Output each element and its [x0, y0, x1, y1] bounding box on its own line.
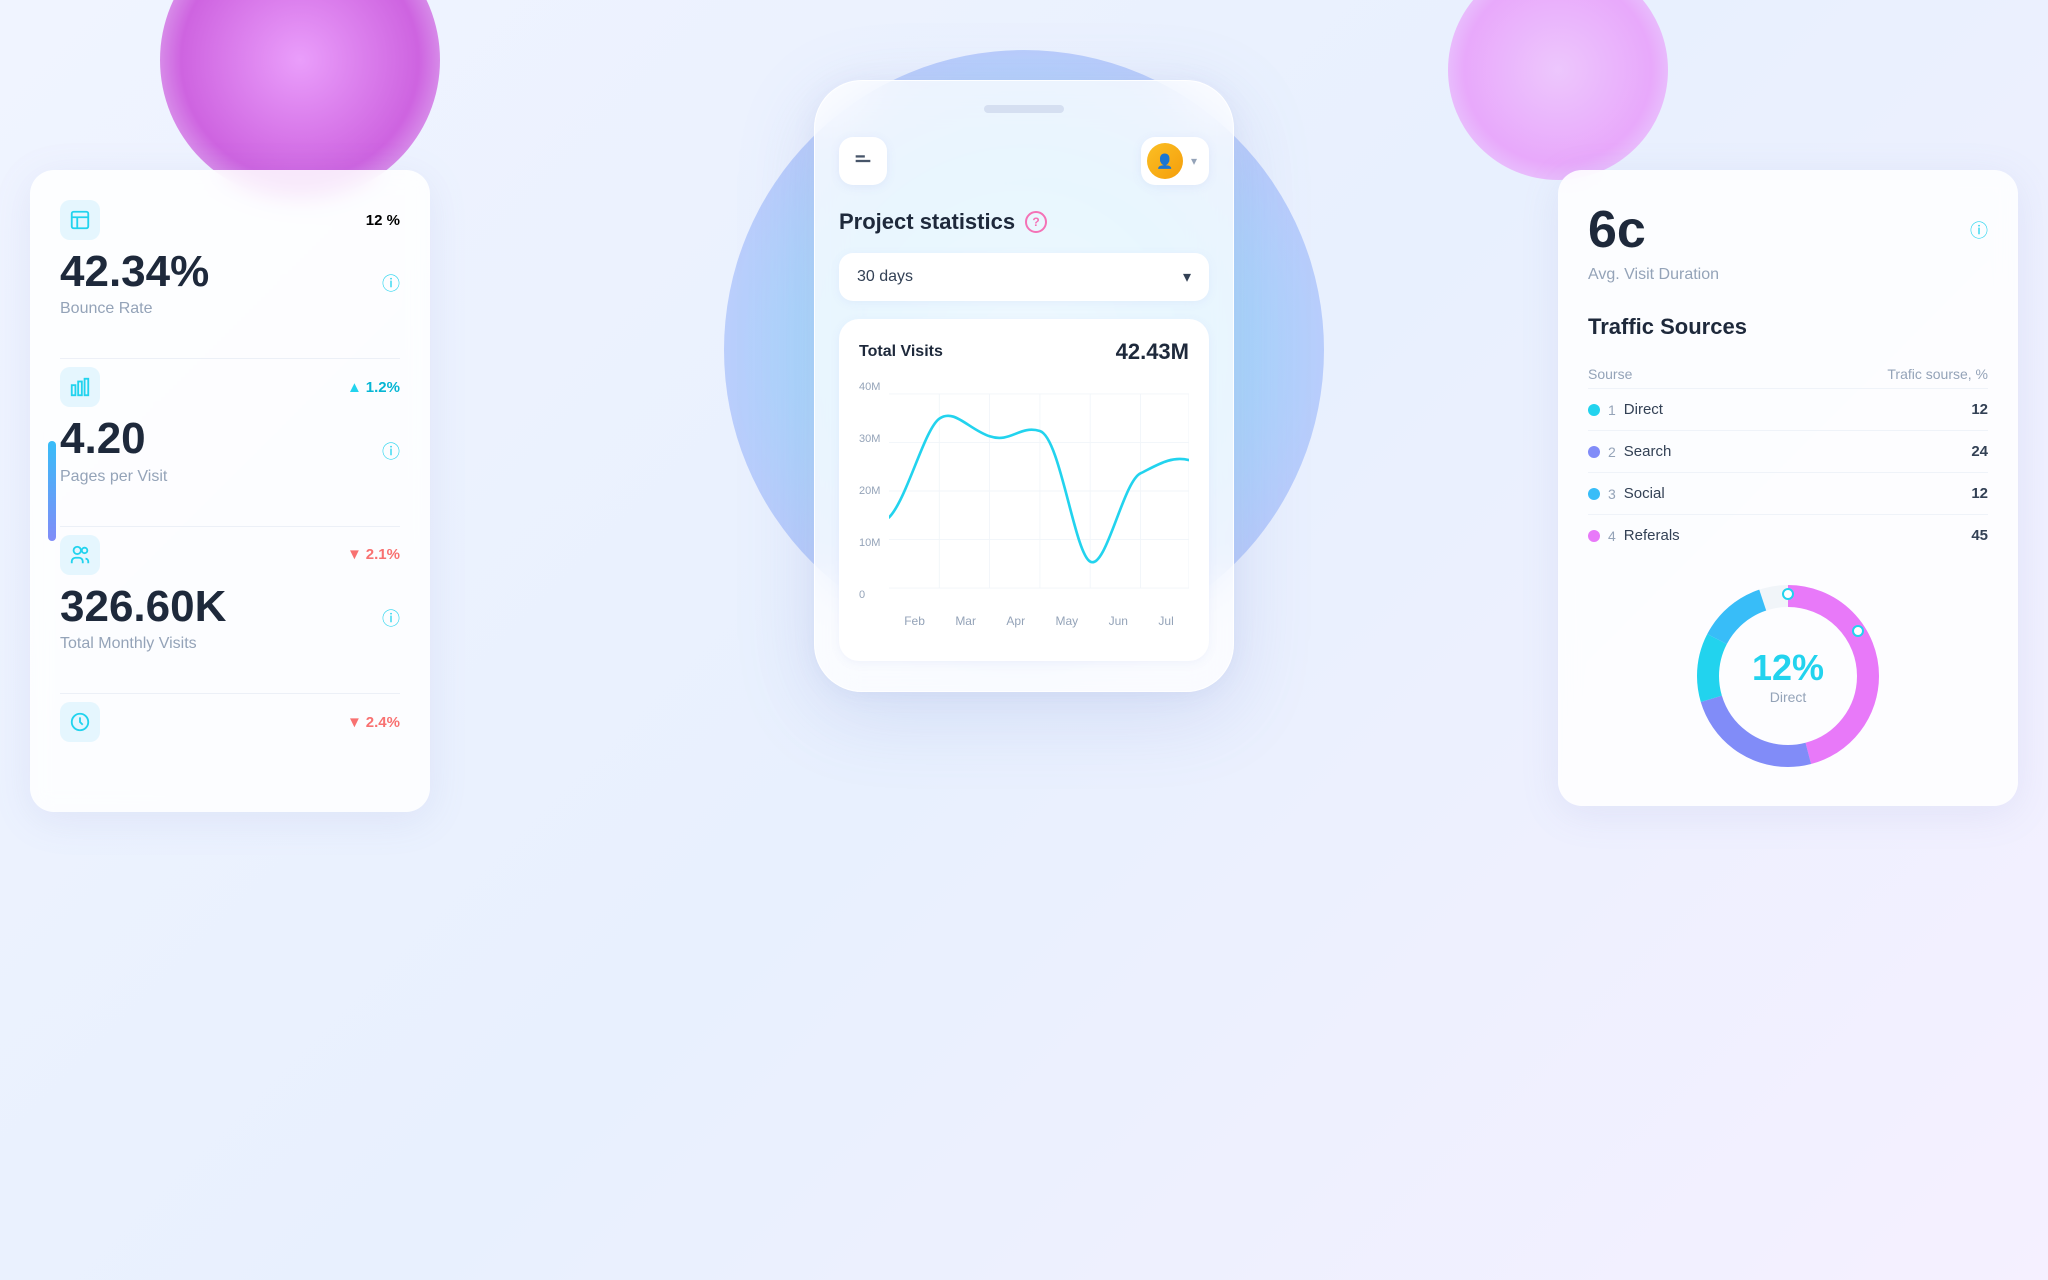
chart-area: 40M 30M 20M 10M 0: [859, 381, 1189, 641]
divider-2: [60, 526, 400, 527]
donut-percent: 12%: [1752, 647, 1824, 689]
bar-icon: [60, 367, 100, 407]
col-source: Sourse: [1588, 360, 1779, 388]
avg-visit-label: Avg. Visit Duration: [1588, 266, 1988, 284]
table-row: 2 Search 24: [1588, 430, 1988, 472]
users-icon: [60, 535, 100, 575]
traffic-sources-table: Sourse Trafic sourse, % 1 Direct 12 2 Se…: [1588, 360, 1988, 556]
x-axis-labels: Feb Mar Apr May Jun Jul: [889, 614, 1189, 628]
source-dot: [1588, 488, 1600, 500]
avg-big-number: 6c: [1588, 200, 1646, 260]
period-dropdown[interactable]: 30 days ▾: [839, 253, 1209, 301]
source-label: Social: [1624, 485, 1665, 502]
phone-notch: [984, 105, 1064, 113]
phone-topbar: 👤 ▾: [839, 137, 1209, 185]
table-row: 4 Referals 45: [1588, 514, 1988, 556]
monthly-label: Total Monthly Visits: [60, 635, 226, 653]
chart-total: 42.43M: [1116, 339, 1189, 365]
left-stats-card: 12 % 42.34% Bounce Rate ⓘ ▲ 1.2%: [30, 170, 430, 812]
phone-mockup: 👤 ▾ Project statistics ? 30 days ▾ Total…: [814, 80, 1234, 692]
chart-title: Total Visits: [859, 343, 943, 361]
source-label: Direct: [1624, 401, 1663, 418]
monthly-value: 326.60K: [60, 583, 226, 631]
source-label: Search: [1624, 443, 1672, 460]
right-card-top: 6c ⓘ: [1588, 200, 1988, 260]
card-accent: [48, 441, 56, 541]
table-row: 1 Direct 12: [1588, 388, 1988, 430]
y-axis-labels: 40M 30M 20M 10M 0: [859, 381, 880, 601]
table-row: 3 Social 12: [1588, 472, 1988, 514]
chart-card: Total Visits 42.43M 40M 30M 20M 10M 0: [839, 319, 1209, 661]
phone-title: Project statistics: [839, 209, 1015, 235]
source-number: 3: [1608, 486, 1616, 502]
period-arrow: ▾: [1183, 267, 1191, 287]
pages-change: ▲ 1.2%: [347, 379, 400, 396]
bottom-change: ▼ 2.4%: [347, 714, 400, 731]
avg-help[interactable]: ⓘ: [1970, 217, 1988, 243]
source-dot: [1588, 530, 1600, 542]
source-dot: [1588, 404, 1600, 416]
line-chart-svg: [889, 381, 1189, 601]
avatar-button[interactable]: 👤 ▾: [1141, 137, 1209, 185]
monthly-help[interactable]: ⓘ: [382, 605, 400, 631]
donut-label: 12% Direct: [1752, 647, 1824, 705]
source-value-cell: 12: [1779, 388, 1988, 430]
metric-bottom: ▼ 2.4%: [60, 702, 400, 742]
source-dot: [1588, 446, 1600, 458]
phone-info-icon[interactable]: ?: [1025, 211, 1047, 233]
phone-title-row: Project statistics ?: [839, 209, 1209, 235]
metric-bounce-rate: 12 % 42.34% Bounce Rate ⓘ: [60, 200, 400, 318]
metric-pages-per-visit: ▲ 1.2% 4.20 Pages per Visit ⓘ: [60, 367, 400, 485]
metric-monthly-visits: ▼ 2.1% 326.60K Total Monthly Visits ⓘ: [60, 535, 400, 653]
source-number: 2: [1608, 444, 1616, 460]
source-label: Referals: [1624, 527, 1680, 544]
dropdown-arrow: ▾: [1191, 154, 1197, 168]
menu-button[interactable]: [839, 137, 887, 185]
source-number: 4: [1608, 528, 1616, 544]
source-value-cell: 24: [1779, 430, 1988, 472]
period-label: 30 days: [857, 268, 913, 286]
source-number: 1: [1608, 402, 1616, 418]
bounce-rate-change: 12 %: [366, 212, 400, 229]
bounce-rate-help[interactable]: ⓘ: [382, 270, 400, 296]
donut-chart-container: 12% Direct: [1588, 576, 1988, 776]
divider-3: [60, 693, 400, 694]
source-value-cell: 45: [1779, 514, 1988, 556]
avatar: 👤: [1147, 143, 1183, 179]
source-name-cell: 4 Referals: [1588, 514, 1779, 556]
source-value-cell: 12: [1779, 472, 1988, 514]
source-name-cell: 3 Social: [1588, 472, 1779, 514]
source-name-cell: 2 Search: [1588, 430, 1779, 472]
traffic-title: Traffic Sources: [1588, 314, 1988, 340]
donut-category: Direct: [1752, 689, 1824, 705]
bounce-rate-label: Bounce Rate: [60, 300, 209, 318]
traffic-section: Traffic Sources Sourse Trafic sourse, % …: [1588, 314, 1988, 556]
col-percent: Trafic sourse, %: [1779, 360, 1988, 388]
right-stats-card: 6c ⓘ Avg. Visit Duration Traffic Sources…: [1558, 170, 2018, 806]
clock-icon: [60, 702, 100, 742]
bounce-rate-value: 42.34%: [60, 248, 209, 296]
divider-1: [60, 358, 400, 359]
monthly-change: ▼ 2.1%: [347, 546, 400, 563]
bg-decoration-2: [1448, 0, 1668, 180]
pages-label: Pages per Visit: [60, 468, 167, 486]
pages-value: 4.20: [60, 415, 167, 463]
chart-icon: [60, 200, 100, 240]
pages-help[interactable]: ⓘ: [382, 438, 400, 464]
source-name-cell: 1 Direct: [1588, 388, 1779, 430]
